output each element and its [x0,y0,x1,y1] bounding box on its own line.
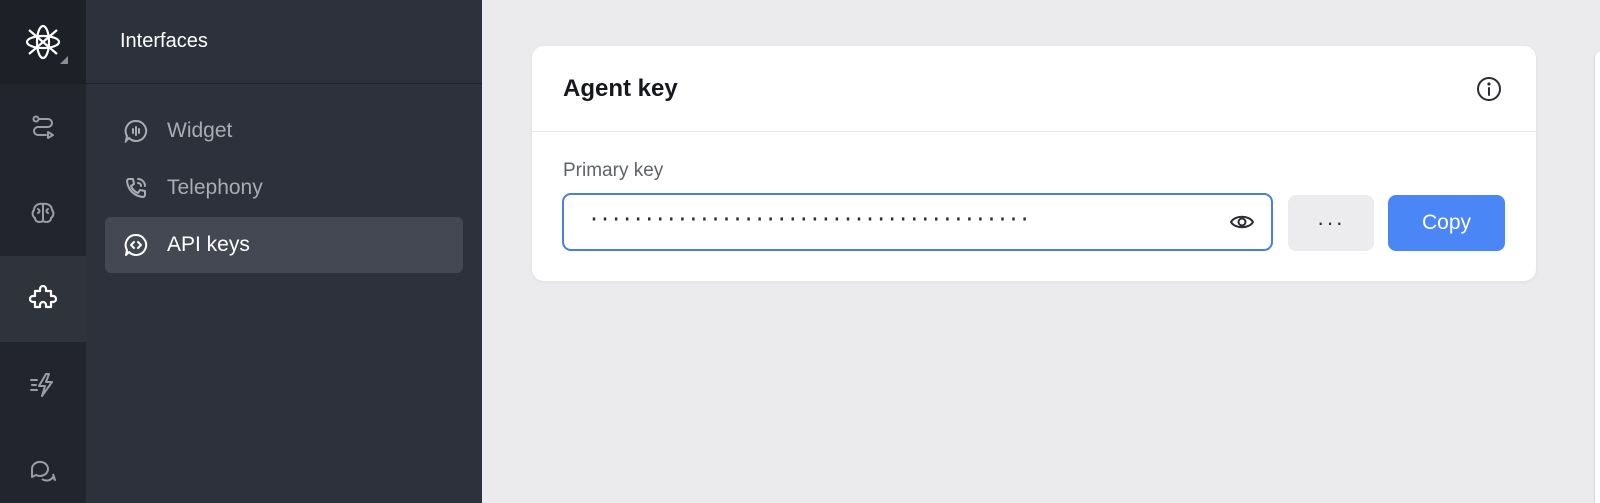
sidebar-item-widget[interactable]: Widget [105,103,463,159]
interfaces-sidebar: Interfaces Widget Telephony API keys [86,0,482,503]
icon-rail [0,0,86,503]
sidebar-title: Interfaces [120,30,208,52]
chat-waveform-icon [123,118,149,144]
card-title: Agent key [563,74,678,102]
primary-key-value: ········································ [588,207,1031,231]
rail-item-actions[interactable] [0,342,86,428]
conversation-icon [30,460,56,482]
phone-call-icon [123,175,149,201]
scrollbar[interactable] [1594,52,1600,503]
eye-icon[interactable] [1229,211,1255,233]
lightning-icon [30,373,53,397]
sidebar-item-api-keys[interactable]: API keys [105,217,463,273]
primary-key-input[interactable]: ········································ [562,193,1273,251]
workspace-switcher-caret [60,56,68,64]
sidebar-item-telephony[interactable]: Telephony [105,160,463,216]
puzzle-icon [29,285,57,309]
sidebar-item-label: Widget [167,119,233,142]
flow-icon [32,115,54,139]
app-logo[interactable] [0,0,86,84]
rail-item-knowledge[interactable] [0,170,86,256]
more-options-button[interactable]: ··· [1288,195,1374,251]
sidebar-item-label: API keys [167,233,250,256]
rail-item-conversations[interactable] [0,428,86,503]
rail-item-integrations[interactable] [0,256,86,342]
rail-item-flows[interactable] [0,84,86,170]
code-chat-icon [123,232,149,258]
primary-key-label: Primary key [563,160,664,181]
brain-icon [31,202,55,223]
info-icon[interactable] [1476,76,1502,102]
copy-button[interactable]: Copy [1388,195,1505,251]
card-header: Agent key [532,46,1536,132]
agent-key-card: Agent key Primary key ··················… [532,46,1536,281]
sidebar-item-label: Telephony [167,176,263,199]
sidebar-header: Interfaces [86,0,482,84]
